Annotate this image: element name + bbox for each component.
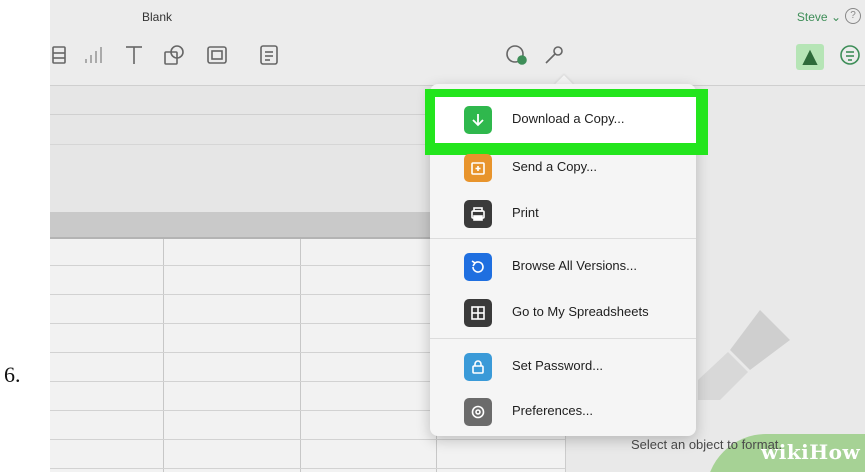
menu-item-print[interactable]: Print: [430, 191, 696, 237]
toolbar: Blank Steve ⌄ ?: [50, 0, 865, 86]
watermark-text: wikiHow: [761, 440, 861, 464]
menu-item-browse-versions[interactable]: Browse All Versions...: [430, 244, 696, 290]
media-icon[interactable]: [205, 43, 229, 67]
printer-icon: [464, 200, 492, 228]
settings-wrench-icon[interactable]: [542, 43, 566, 67]
send-copy-icon: [464, 154, 492, 182]
shape-icon[interactable]: [162, 43, 186, 67]
format-brush-button[interactable]: [796, 44, 824, 70]
help-icon[interactable]: ?: [845, 8, 861, 24]
row-divider: [50, 439, 570, 440]
menu-item-preferences[interactable]: Preferences...: [430, 389, 696, 435]
format-brush-icon: [802, 49, 818, 65]
user-menu[interactable]: Steve ⌄: [797, 10, 841, 24]
inspector-hint: Select an object to format.: [631, 437, 783, 452]
gear-icon: [464, 398, 492, 426]
menu-item-my-spreadsheets[interactable]: Go to My Spreadsheets: [430, 290, 696, 336]
document-title: Blank: [142, 10, 173, 24]
row-divider: [50, 468, 570, 469]
download-arrow-icon: [464, 106, 492, 134]
menu-items: Download a Copy... Send a Copy... Print …: [430, 84, 696, 436]
text-icon[interactable]: [122, 43, 146, 67]
menu-item-label: Go to My Spreadsheets: [512, 304, 649, 319]
menu-item-set-password[interactable]: Set Password...: [430, 344, 696, 390]
menu-item-label: Set Password...: [512, 358, 604, 373]
collaborate-icon[interactable]: [505, 43, 529, 67]
step-number: 6.: [4, 362, 21, 387]
lock-icon: [464, 353, 492, 381]
menu-item-label: Browse All Versions...: [512, 258, 637, 273]
chart-icon[interactable]: [80, 43, 104, 67]
menu-item-download-copy[interactable]: Download a Copy...: [430, 97, 696, 143]
menu-item-label: Download a Copy...: [512, 111, 625, 126]
table-icon[interactable]: [50, 43, 74, 67]
menu-separator: [430, 238, 696, 239]
versions-icon: [464, 253, 492, 281]
menu-item-send-copy[interactable]: Send a Copy...: [430, 145, 696, 191]
comment-icon[interactable]: [257, 43, 281, 67]
organize-icon[interactable]: [838, 43, 862, 67]
menu-item-label: Send a Copy...: [512, 159, 598, 174]
paintbrush-illustration-icon: [698, 310, 790, 400]
menu-item-label: Preferences...: [512, 403, 593, 418]
numbers-app-window: Blank Steve ⌄ ? Select an object to form…: [50, 0, 865, 472]
menu-item-label: Print: [512, 205, 539, 220]
column-divider: [163, 239, 164, 472]
menu-separator: [430, 338, 696, 339]
column-divider: [300, 239, 301, 472]
spreadsheets-grid-icon: [464, 299, 492, 327]
